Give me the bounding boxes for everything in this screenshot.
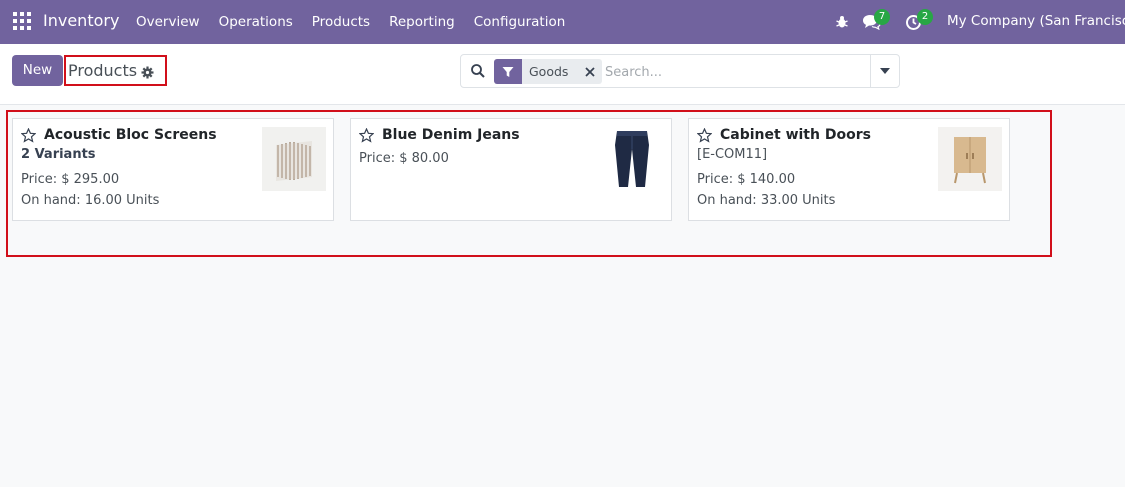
- product-card[interactable]: Cabinet with Doors [E-COM11] Price: $ 14…: [688, 118, 1010, 221]
- search-input[interactable]: [605, 61, 865, 83]
- menu-item-products[interactable]: Products: [312, 14, 370, 30]
- product-on-hand: On hand: 16.00 Units: [21, 193, 160, 208]
- product-image: [938, 127, 1002, 191]
- menu-item-configuration[interactable]: Configuration: [474, 14, 566, 30]
- company-switcher[interactable]: My Company (San Francisco): [947, 13, 1125, 29]
- menu-item-reporting[interactable]: Reporting: [389, 14, 455, 30]
- control-panel: New Products Goods Search...: [0, 44, 1125, 105]
- product-price: Price: $ 140.00: [697, 172, 796, 187]
- new-button[interactable]: New: [12, 55, 63, 86]
- menu-item-overview[interactable]: Overview: [136, 14, 200, 30]
- debug-bug-icon[interactable]: [835, 0, 849, 44]
- activities-count-badge: 2: [917, 9, 933, 25]
- product-name: Blue Denim Jeans: [382, 127, 520, 143]
- search-bar: Goods: [460, 54, 900, 88]
- main-menu: Overview Operations Products Reporting C…: [136, 14, 584, 30]
- search-facet: Goods: [494, 59, 603, 84]
- breadcrumb: Products: [64, 55, 167, 86]
- chevron-down-icon[interactable]: [870, 55, 899, 87]
- top-navbar: Inventory Overview Operations Products R…: [0, 0, 1125, 44]
- product-name: Cabinet with Doors: [720, 127, 871, 143]
- star-icon[interactable]: [696, 127, 713, 143]
- star-icon[interactable]: [20, 127, 37, 143]
- menu-item-operations[interactable]: Operations: [219, 14, 293, 30]
- product-card[interactable]: Blue Denim Jeans Price: $ 80.00: [350, 118, 672, 221]
- product-image: [262, 127, 326, 191]
- product-name: Acoustic Bloc Screens: [44, 127, 217, 143]
- product-variants: 2 Variants: [21, 147, 96, 162]
- facet-label: Goods: [522, 59, 579, 84]
- product-on-hand: On hand: 33.00 Units: [697, 193, 836, 208]
- messages-count-badge: 7: [874, 9, 890, 25]
- product-price: Price: $ 80.00: [359, 151, 449, 166]
- filter-icon: [494, 59, 522, 84]
- page-title: Products: [68, 61, 138, 80]
- close-icon[interactable]: [578, 59, 603, 84]
- search-icon[interactable]: [470, 63, 486, 79]
- product-image: [600, 127, 664, 191]
- product-card[interactable]: Acoustic Bloc Screens 2 Variants Price: …: [12, 118, 334, 221]
- app-grid-icon[interactable]: [13, 12, 31, 30]
- product-price: Price: $ 295.00: [21, 172, 120, 187]
- gear-icon[interactable]: [141, 64, 154, 79]
- star-icon[interactable]: [358, 127, 375, 143]
- app-title[interactable]: Inventory: [43, 11, 119, 30]
- product-reference: [E-COM11]: [697, 147, 768, 162]
